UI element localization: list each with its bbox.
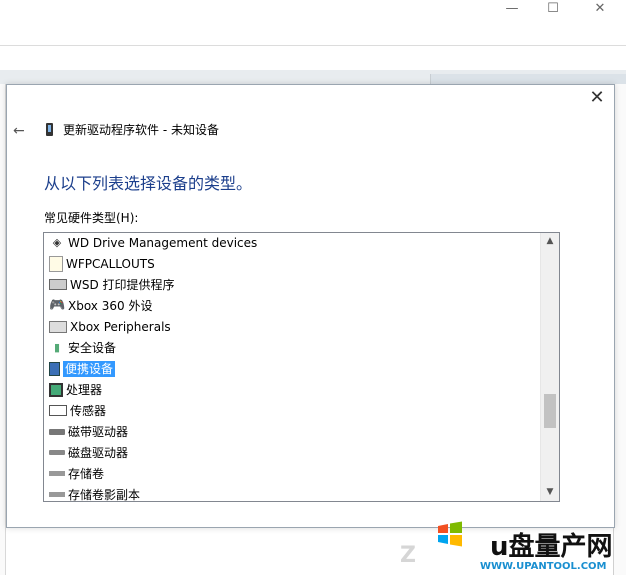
hardware-type-item[interactable]: ◈ WD Drive Management devices <box>44 233 539 254</box>
hardware-type-item[interactable]: 存储卷影副本 <box>44 485 539 502</box>
hardware-type-item[interactable]: Xbox Peripherals <box>44 317 539 338</box>
windows-logo-icon <box>438 521 462 547</box>
hardware-type-item[interactable]: 磁盘驱动器 <box>44 443 539 464</box>
background-toolbar-strip <box>0 70 626 85</box>
hardware-type-item[interactable]: 🎮 Xbox 360 外设 <box>44 296 539 317</box>
dialog-close-button[interactable]: ✕ <box>588 89 606 107</box>
hardware-type-label: 磁带驱动器 <box>68 425 129 439</box>
hardware-type-label: Xbox Peripherals <box>70 320 171 334</box>
portable-device-icon <box>49 361 60 376</box>
peripheral-icon <box>49 320 67 333</box>
watermark-url: WWW.UPANTOOL.COM <box>478 561 609 572</box>
hardware-type-item[interactable]: WFPCALLOUTS <box>44 254 539 275</box>
tape-drive-icon <box>49 428 65 435</box>
instruction-heading: 从以下列表选择设备的类型。 <box>44 174 253 193</box>
hardware-type-item[interactable]: 磁带驱动器 <box>44 422 539 443</box>
maximize-button[interactable]: ☐ <box>533 0 573 20</box>
sensor-icon <box>49 405 67 416</box>
storage-volume-icon <box>49 471 65 476</box>
hardware-type-label: Xbox 360 外设 <box>68 299 153 313</box>
printer-icon <box>49 279 67 290</box>
hardware-type-label: 磁盘驱动器 <box>68 446 129 460</box>
dialog-title: 更新驱动程序软件 - 未知设备 <box>63 123 219 137</box>
scroll-down-button[interactable]: ▼ <box>541 484 559 501</box>
hardware-type-label: 安全设备 <box>68 341 117 355</box>
minimize-button[interactable]: — <box>492 0 532 20</box>
scroll-up-button[interactable]: ▲ <box>541 233 559 250</box>
hardware-type-item[interactable]: 存储卷 <box>44 464 539 485</box>
disk-drive-icon <box>49 450 65 455</box>
security-device-icon: ▮ <box>53 340 61 354</box>
processor-icon <box>49 382 63 397</box>
gamepad-icon: 🎮 <box>49 297 66 313</box>
hardware-types-listbox[interactable]: ◈ WD Drive Management devices WFPCALLOUTS W… <box>43 232 560 502</box>
hardware-type-label: WFPCALLOUTS <box>66 257 155 271</box>
hardware-types-list: ◈ WD Drive Management devices WFPCALLOUTS W… <box>44 233 539 502</box>
back-arrow-icon[interactable]: ← <box>13 123 25 139</box>
hardware-type-label: 便携设备 <box>63 361 116 377</box>
document-icon <box>49 255 63 272</box>
update-driver-dialog: ✕ ← 更新驱动程序软件 - 未知设备 从以下列表选择设备的类型。 常见硬件类型… <box>6 84 615 528</box>
hardware-type-item[interactable]: 便携设备 <box>44 359 539 380</box>
hardware-type-label: WD Drive Management devices <box>68 236 258 250</box>
shadow-copy-icon <box>49 492 65 497</box>
vertical-scrollbar[interactable]: ▲ ▼ <box>540 233 559 501</box>
hardware-type-item[interactable]: 传感器 <box>44 401 539 422</box>
hardware-type-item[interactable]: 处理器 <box>44 380 539 401</box>
background-title-bar: — ☐ ✕ <box>0 0 626 46</box>
diamond-icon: ◈ <box>52 235 62 249</box>
watermark-faint-text: Z <box>400 543 416 568</box>
hardware-type-label: 存储卷 <box>68 467 105 481</box>
device-icon <box>46 123 53 136</box>
hardware-types-label: 常见硬件类型(H): <box>44 211 139 225</box>
hardware-type-label: WSD 打印提供程序 <box>70 278 175 292</box>
hardware-type-label: 存储卷影副本 <box>68 488 141 502</box>
hardware-type-item[interactable]: WSD 打印提供程序 <box>44 275 539 296</box>
watermark-brand: u盘量产网 <box>490 532 613 562</box>
window-close-button[interactable]: ✕ <box>580 0 620 20</box>
hardware-type-label: 传感器 <box>70 404 107 418</box>
hardware-type-item[interactable]: ▮ 安全设备 <box>44 338 539 359</box>
scroll-thumb[interactable] <box>544 394 556 428</box>
hardware-type-label: 处理器 <box>66 383 103 397</box>
